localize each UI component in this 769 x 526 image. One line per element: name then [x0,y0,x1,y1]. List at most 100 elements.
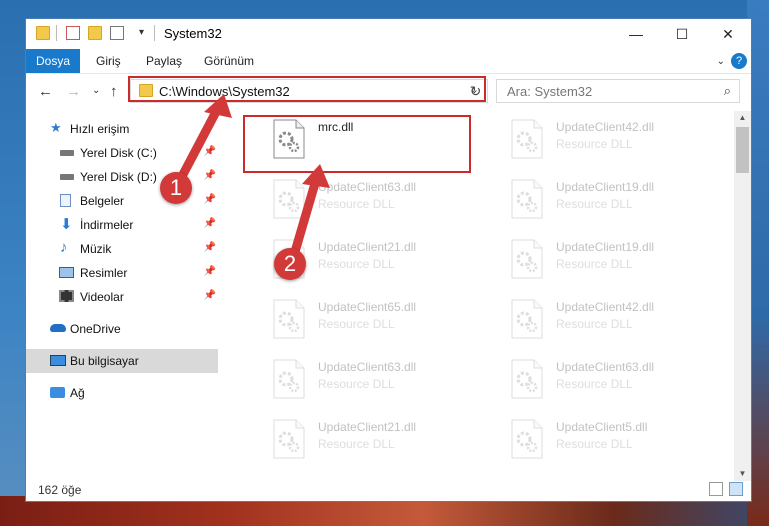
cloud-icon [50,324,66,332]
file-item[interactable]: UpdateClient65.dll Resource DLL [246,295,466,345]
sidebar-item-onedrive[interactable]: OneDrive [26,317,220,341]
dll-file-icon [273,179,305,219]
file-name: UpdateClient19.dll [556,240,655,254]
scrollbar-thumb[interactable] [736,127,749,173]
navigation-pane: ★ Hızlı erişim Yerel Disk (C:) 📌 Yerel D… [26,111,220,481]
forward-arrow-icon[interactable]: → [66,83,81,100]
scroll-up-icon[interactable]: ▲ [734,111,751,125]
dll-file-icon [511,119,543,159]
sidebar-item-label: Belgeler [80,194,125,208]
file-type: Resource DLL [318,317,395,331]
recent-locations-icon[interactable]: ⌄ [92,85,100,96]
file-type: Resource DLL [556,257,633,271]
tab-view[interactable]: Görünüm [204,49,254,73]
window-title: System32 [164,26,222,41]
documents-icon [60,194,71,207]
vertical-scrollbar[interactable]: ▲ ▼ [734,111,751,481]
file-item[interactable]: UpdateClient42.dll Resource DLL [484,115,704,165]
dll-file-icon [273,359,305,399]
title-bar: ▾ System32 — ☐ ✕ [26,19,751,49]
pin-icon[interactable]: 📌 [204,242,216,253]
sidebar-item-label: Yerel Disk (C:) [80,146,157,160]
file-item[interactable]: UpdateClient63.dll Resource DLL [246,175,466,225]
file-item[interactable]: UpdateClient21.dll Resource DLL [246,415,466,465]
sidebar-item-label: Müzik [80,242,112,256]
file-name: UpdateClient63.dll [318,360,417,374]
file-item[interactable]: UpdateClient42.dll Resource DLL [484,295,704,345]
pin-icon[interactable]: 📌 [204,194,216,205]
pin-icon[interactable]: 📌 [204,290,216,301]
file-name: UpdateClient63.dll [556,360,655,374]
search-icon: ⌕ [723,83,731,98]
sidebar-item-quick-access[interactable]: ★ Hızlı erişim [26,117,220,141]
sidebar-item-label: Ağ [70,386,85,400]
dll-file-icon [511,179,543,219]
drive-icon [60,150,74,156]
search-placeholder: Ara: System32 [507,84,593,99]
file-item[interactable]: UpdateClient19.dll Resource DLL [484,175,704,225]
file-name: UpdateClient5.dll [556,420,648,434]
details-view-icon[interactable] [709,482,723,496]
file-name: UpdateClient21.dll [318,420,417,434]
pin-icon[interactable]: 📌 [204,266,216,277]
pin-icon[interactable]: 📌 [204,170,216,181]
pin-icon[interactable]: 📌 [204,146,216,157]
video-icon [59,290,74,302]
file-type: Resource DLL [318,257,395,271]
search-input[interactable]: Ara: System32 ⌕ [496,79,740,103]
dll-file-icon [511,419,543,459]
tiles-view-icon[interactable] [729,482,743,496]
address-bar-highlight [128,76,486,102]
properties-icon[interactable] [66,26,80,40]
minimize-button[interactable]: — [613,19,659,49]
file-type: Resource DLL [556,137,633,151]
music-icon: ♪ [60,239,68,256]
up-arrow-icon[interactable]: ↑ [110,83,118,100]
sidebar-item-pictures[interactable]: Resimler 📌 [26,261,220,285]
file-item[interactable]: UpdateClient63.dll Resource DLL [484,355,704,405]
network-icon [50,387,65,398]
help-button[interactable]: ? [731,53,747,69]
customize-toolbar-icon[interactable] [110,26,124,40]
tab-file[interactable]: Dosya [26,49,80,73]
new-folder-icon[interactable] [88,26,102,40]
maximize-button[interactable]: ☐ [659,19,705,49]
chevron-down-icon[interactable]: ▾ [139,27,144,38]
dll-file-icon [511,239,543,279]
pin-icon[interactable]: 📌 [204,218,216,229]
file-type: Resource DLL [318,197,395,211]
file-type: Resource DLL [318,437,395,451]
sidebar-item-videos[interactable]: Videolar 📌 [26,285,220,309]
file-name: UpdateClient63.dll [318,180,417,194]
file-highlight [243,115,471,173]
dll-file-icon [511,359,543,399]
tab-share[interactable]: Paylaş [146,49,182,73]
dll-file-icon [511,299,543,339]
divider [56,25,57,41]
sidebar-item-label: Bu bilgisayar [70,354,139,368]
sidebar-item-local-disk-c[interactable]: Yerel Disk (C:) 📌 [26,141,220,165]
item-count: 162 öğe [38,483,82,497]
file-item[interactable]: UpdateClient5.dll Resource DLL [484,415,704,465]
star-icon: ★ [50,120,62,135]
expand-ribbon-icon[interactable]: ⌄ [717,56,725,67]
file-type: Resource DLL [318,377,395,391]
sidebar-item-label: Yerel Disk (D:) [80,170,157,184]
sidebar-item-this-pc[interactable]: Bu bilgisayar [26,349,218,373]
close-button[interactable]: ✕ [705,19,751,49]
sidebar-item-music[interactable]: ♪ Müzik 📌 [26,237,220,261]
file-item[interactable]: UpdateClient19.dll Resource DLL [484,235,704,285]
download-icon: ⬇ [60,216,73,233]
step-1-badge: 1 [160,172,192,204]
sidebar-item-downloads[interactable]: ⬇ İndirmeler 📌 [26,213,220,237]
file-type: Resource DLL [556,377,633,391]
drive-icon [60,174,74,180]
back-arrow-icon[interactable]: ← [38,83,53,100]
sidebar-item-network[interactable]: Ağ [26,381,220,405]
pictures-icon [59,267,74,278]
sidebar-item-label: OneDrive [70,322,121,336]
file-item[interactable]: UpdateClient63.dll Resource DLL [246,355,466,405]
tab-home[interactable]: Giriş [96,49,121,73]
sidebar-item-label: İndirmeler [80,218,134,232]
file-name: UpdateClient19.dll [556,180,655,194]
